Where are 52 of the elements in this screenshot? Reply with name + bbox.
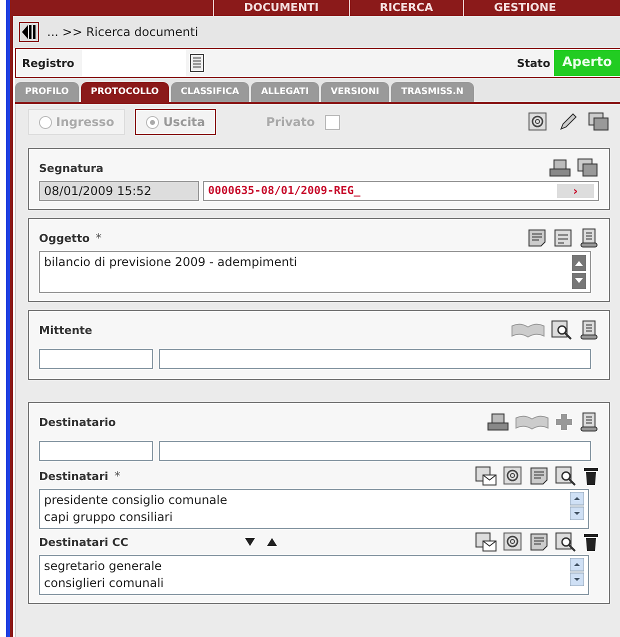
tab[interactable]: PROTOCOLLO bbox=[80, 82, 169, 102]
required-mark: * bbox=[114, 469, 120, 483]
stack-icon[interactable] bbox=[588, 112, 610, 132]
required-mark: * bbox=[96, 231, 102, 245]
trash-icon[interactable] bbox=[583, 532, 599, 552]
note-icon[interactable] bbox=[527, 228, 547, 248]
code-field[interactable] bbox=[39, 441, 153, 461]
privato-label: Privato bbox=[266, 115, 315, 129]
segnatura-label: Segnatura bbox=[39, 162, 104, 174]
recipients-label: Destinatari CC bbox=[39, 536, 128, 548]
recipient-entry[interactable]: presidente consiglio comunale bbox=[44, 492, 228, 509]
breadcrumb: ... >> Ricerca documenti bbox=[47, 25, 198, 39]
destinatario-label: Destinatario bbox=[39, 416, 116, 428]
oggetto-value: bilancio di previsione 2009 - adempimenti bbox=[44, 255, 298, 269]
scroll-icon[interactable] bbox=[579, 412, 599, 432]
scroll-buttons[interactable] bbox=[570, 492, 584, 520]
oggetto-label: Oggetto bbox=[39, 232, 90, 244]
scroll-buttons[interactable] bbox=[572, 255, 586, 289]
recipient-entry[interactable]: segretario generale bbox=[44, 558, 164, 575]
down-arrow-icon[interactable] bbox=[244, 537, 256, 547]
printer-icon[interactable] bbox=[487, 412, 509, 432]
stack-icon[interactable] bbox=[577, 158, 599, 178]
recipient-entry[interactable]: capi gruppo consiliari bbox=[44, 509, 228, 526]
protocol-number: 0000635-08/01/2009-REG_ bbox=[208, 184, 360, 198]
plus-icon[interactable] bbox=[555, 413, 573, 431]
mail-icon[interactable] bbox=[475, 532, 497, 552]
scroll-icon[interactable] bbox=[579, 320, 599, 340]
up-arrow-icon[interactable] bbox=[266, 537, 278, 547]
book-icon[interactable] bbox=[515, 414, 549, 430]
book-icon[interactable] bbox=[511, 322, 545, 338]
privato-checkbox[interactable] bbox=[324, 114, 340, 130]
mail-icon[interactable] bbox=[475, 466, 497, 486]
pencil-icon[interactable] bbox=[558, 112, 578, 132]
recipients-label: Destinatari bbox=[39, 470, 108, 482]
zoom-document-icon[interactable] bbox=[551, 320, 573, 340]
name-field[interactable] bbox=[159, 349, 591, 369]
recipient-entry[interactable]: consiglieri comunali bbox=[44, 575, 164, 592]
scroll-buttons[interactable] bbox=[570, 558, 584, 586]
trash-icon[interactable] bbox=[583, 466, 599, 486]
zoom-document-icon[interactable] bbox=[555, 466, 577, 486]
code-field[interactable] bbox=[39, 349, 153, 369]
mittente-label: Mittente bbox=[39, 324, 92, 336]
scroll-icon[interactable] bbox=[579, 228, 599, 248]
note-icon[interactable] bbox=[529, 532, 549, 552]
name-field[interactable] bbox=[159, 441, 591, 461]
marker: › bbox=[557, 184, 594, 198]
document-icon[interactable] bbox=[553, 228, 573, 248]
note-icon[interactable] bbox=[529, 466, 549, 486]
zoom-document-icon[interactable] bbox=[555, 532, 577, 552]
back-icon[interactable] bbox=[19, 22, 39, 42]
printer-icon[interactable] bbox=[549, 158, 571, 178]
date-field: 08/01/2009 15:52 bbox=[39, 181, 199, 201]
